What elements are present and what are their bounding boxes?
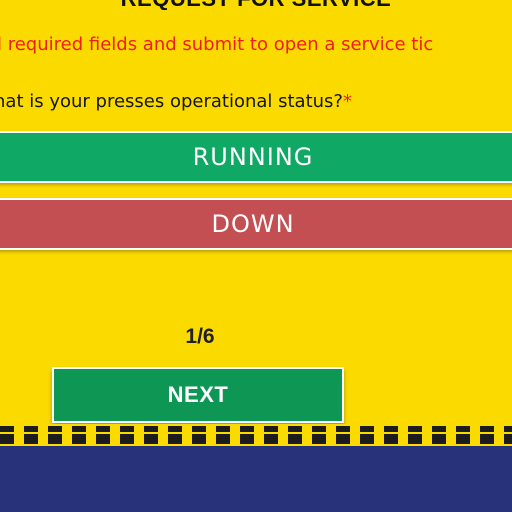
down-button[interactable]: DOWN [0,198,512,250]
question-label: hat is your presses operational status?* [0,91,352,112]
running-button[interactable]: RUNNING [0,131,512,183]
hazard-stripe [0,424,512,448]
floor-area [0,446,512,512]
page-indicator: 1/6 [185,325,215,348]
question-text: hat is your presses operational status? [0,91,343,112]
next-button[interactable]: NEXT [52,367,344,423]
service-request-panel: REQUEST FOR SERVICE ll required fields a… [0,0,512,432]
hazard-stripe-row-bottom [0,434,512,444]
form-heading: REQUEST FOR SERVICE [0,0,512,10]
hazard-stripe-row-top [0,426,512,432]
instruction-text: ll required fields and submit to open a … [0,34,434,55]
required-asterisk: * [343,91,352,112]
